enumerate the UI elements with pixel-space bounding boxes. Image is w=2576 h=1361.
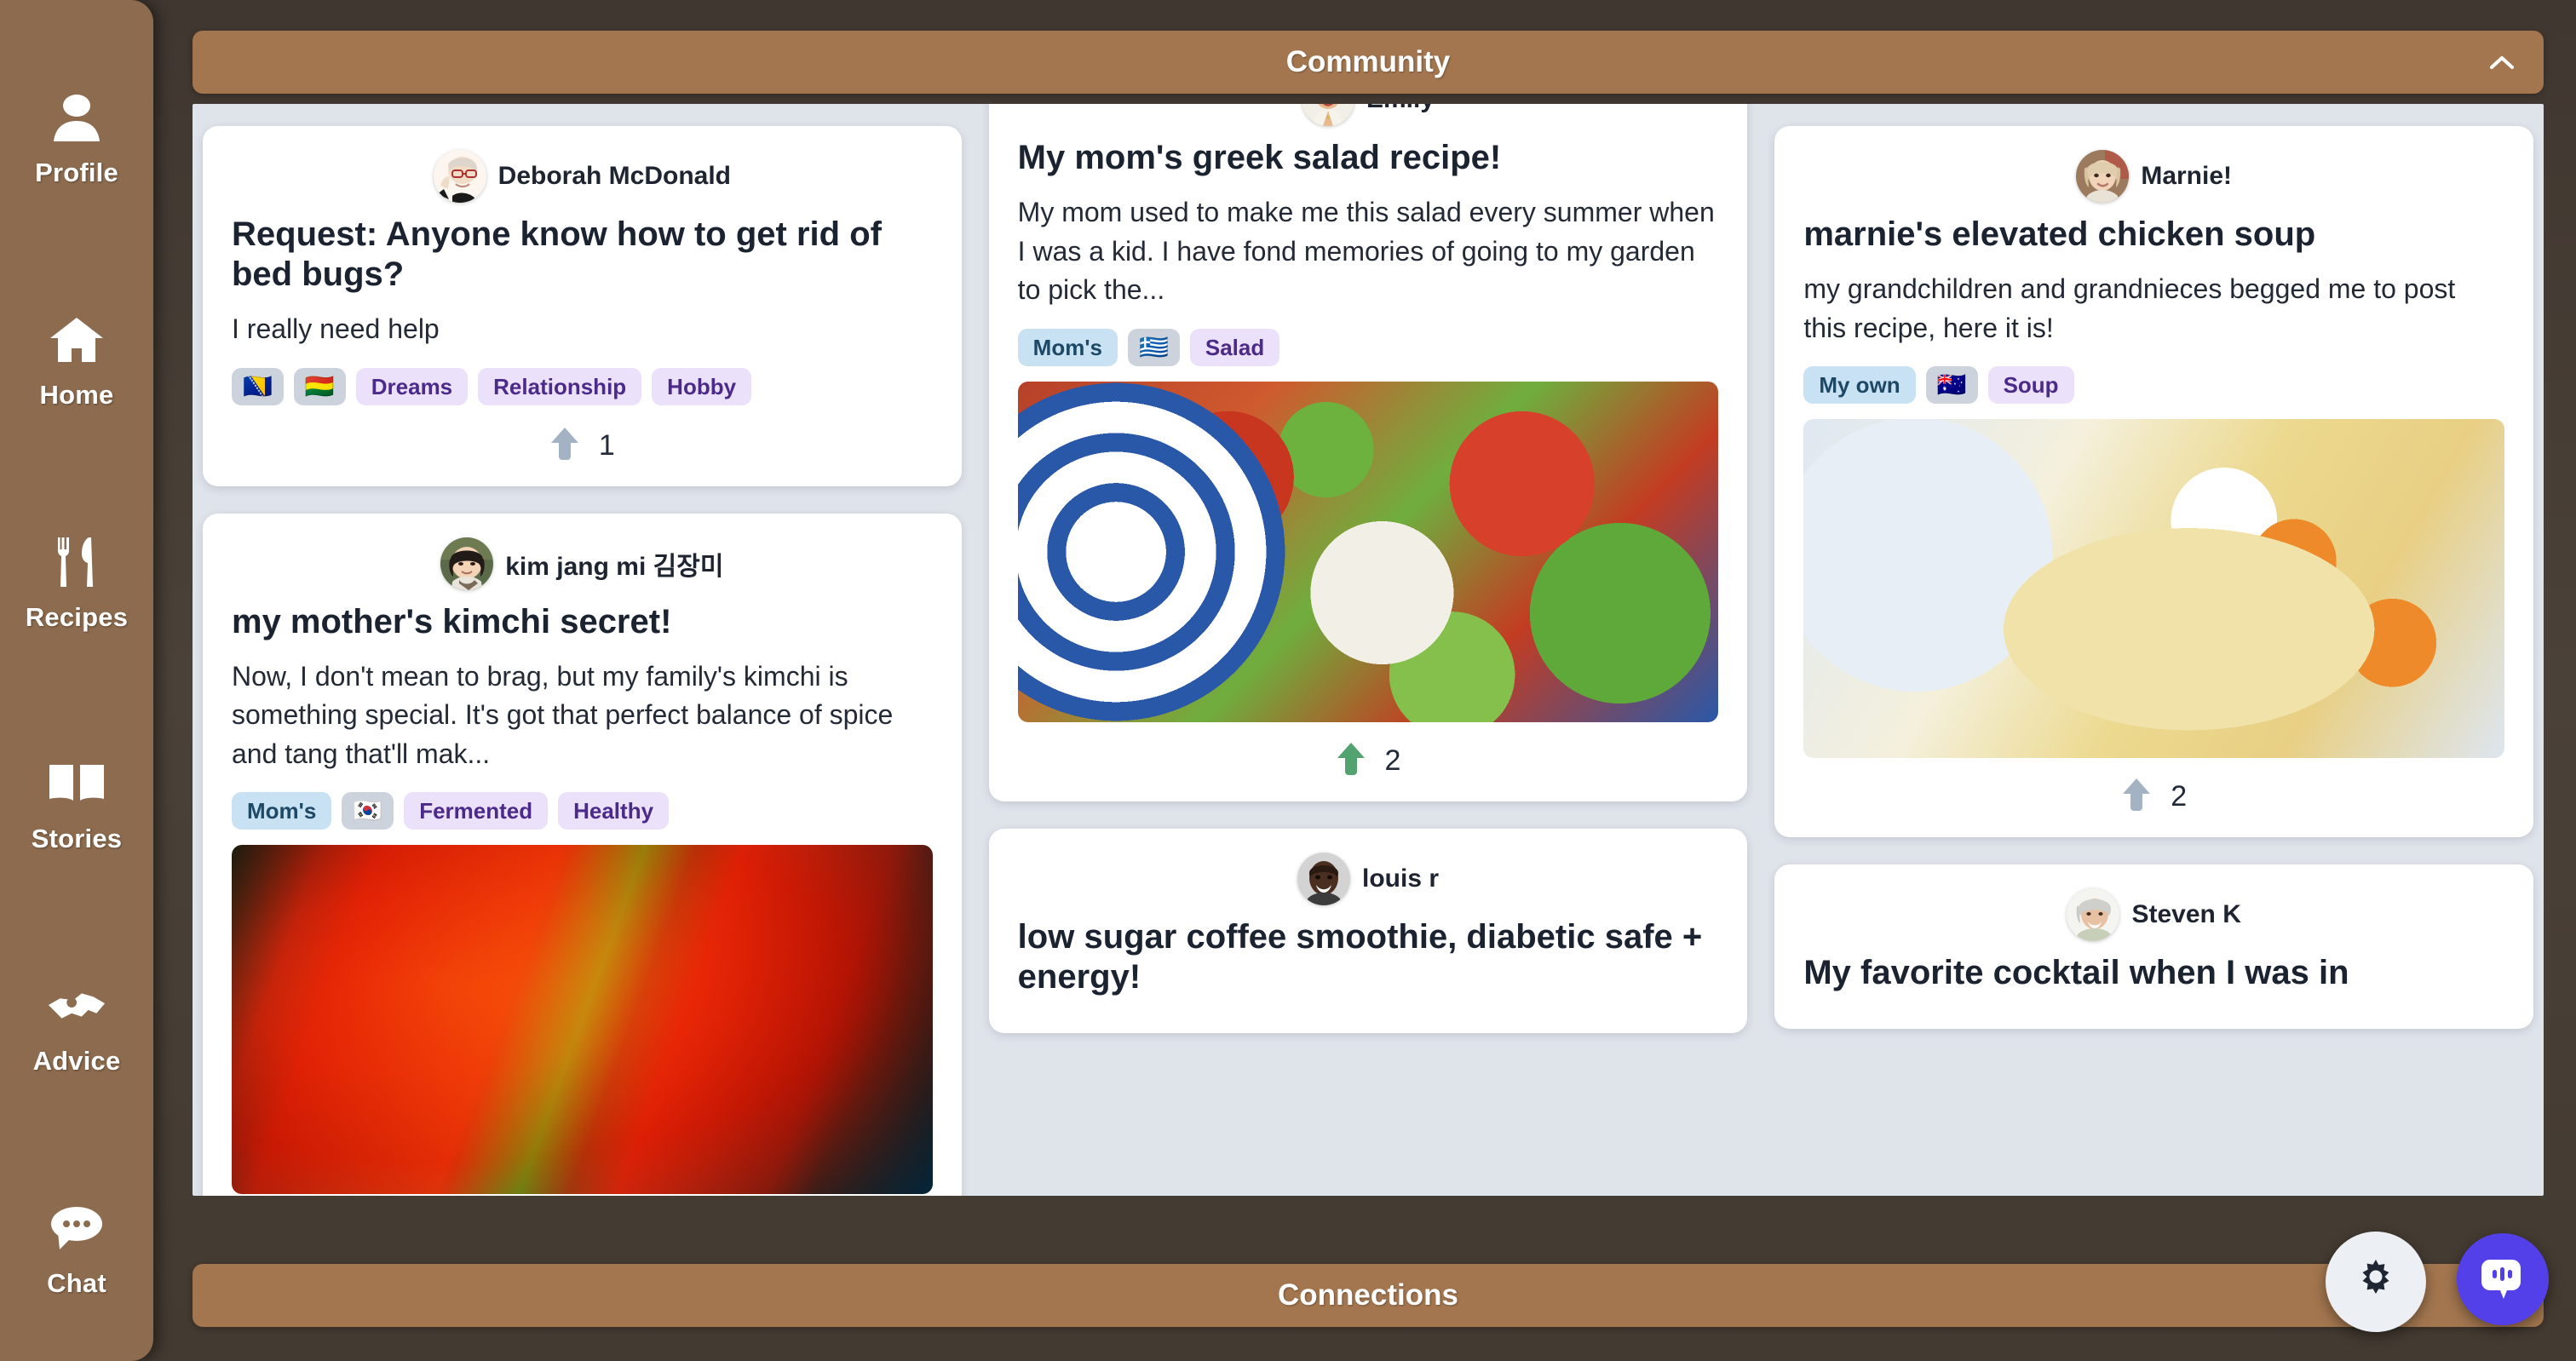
open-book-icon [47,757,106,810]
post-author-name: louis r [1362,864,1440,893]
post-title: marnie's elevated chicken soup [1803,215,2316,253]
post-title: My favorite cocktail when I was in [1803,954,2349,992]
feed-column-3: Marnie! marnie's elevated chicken soup m… [1774,104,2534,1030]
connections-title: Connections [1278,1278,1458,1312]
handshake-icon [47,979,106,1032]
chat-bubble-icon [47,1202,106,1255]
post-author-name: Deborah McDonald [497,162,732,190]
post-author-row: Deborah McDonald [232,150,933,203]
feed-column-2: Emily My mom's greek salad recipe! My mo… [988,104,1748,1033]
avatar [433,150,486,203]
upvote-arrow-icon[interactable] [1336,741,1366,781]
tag-relationship[interactable]: Relationship [478,367,642,405]
post-photo-greek-salad[interactable] [1017,381,1719,722]
avatar [1301,104,1354,126]
post-card[interactable]: Emily My mom's greek salad recipe! My mo… [988,104,1748,801]
main-content: Community Deborah McDonald Request: Anyo… [193,31,2544,1327]
tag-flag-bosnia[interactable]: 🇧🇦 [232,367,284,405]
tag-fermented[interactable]: Fermented [404,792,549,830]
post-author-row: kim jang mi 김장미 [232,537,933,590]
post-tags: 🇧🇦 🇧🇴 Dreams Relationship Hobby [232,367,933,405]
sidebar-item-profile[interactable]: Profile [0,29,153,251]
upvote-arrow-icon[interactable] [2121,777,2152,817]
tag-moms[interactable]: Mom's [1017,328,1118,366]
post-author-name: Marnie! [2141,162,2233,190]
upvote-control[interactable]: 1 [232,421,933,466]
chevron-up-icon[interactable] [2487,48,2516,77]
post-title: Request: Anyone know how to get rid of b… [232,215,882,294]
sidebar-item-label: Advice [32,1046,121,1077]
post-author-row: Steven K [1803,888,2504,942]
post-title: My mom's greek salad recipe! [1017,139,1502,176]
post-author-name: kim jang mi 김장미 [505,552,724,581]
upvote-control[interactable]: 2 [1018,736,1719,781]
tag-salad[interactable]: Salad [1189,328,1280,366]
person-icon [47,91,106,144]
post-author-name: Emily [1366,104,1435,114]
post-photo-kimchi[interactable] [232,845,933,1195]
community-feed[interactable]: Deborah McDonald Request: Anyone know ho… [193,104,2544,1196]
chat-bubble-icon [2478,1253,2527,1306]
tag-flag-australia[interactable]: 🇦🇺 [1925,366,1978,405]
upvote-count: 1 [598,428,615,462]
fork-knife-icon [47,536,106,589]
upvote-count: 2 [1384,744,1401,777]
sidebar-item-label: Home [39,380,114,410]
post-author-name: Steven K [2131,900,2241,929]
post-title: my mother's kimchi secret! [232,602,672,640]
post-author-row: louis r [1018,852,1719,905]
sidebar-item-stories[interactable]: Stories [0,695,153,917]
tag-dreams[interactable]: Dreams [355,367,469,405]
upvote-arrow-icon[interactable] [549,426,580,466]
post-body: My mom used to make me this salad every … [1017,197,1715,306]
post-tags: Mom's 🇰🇷 Fermented Healthy [232,792,933,830]
settings-button[interactable] [2326,1232,2426,1332]
sidebar-item-recipes[interactable]: Recipes [0,473,153,695]
tag-flag-south-korea[interactable]: 🇰🇷 [342,792,394,830]
avatar [2067,888,2120,942]
sidebar-item-chat[interactable]: Chat [0,1139,153,1361]
community-section-header[interactable]: Community [193,31,2544,94]
sidebar-item-label: Stories [31,824,123,854]
post-body: I really need help [232,313,440,345]
feed-columns: Deborah McDonald Request: Anyone know ho… [193,104,2544,1196]
tag-healthy[interactable]: Healthy [558,792,670,830]
sidebar-item-label: Chat [47,1267,106,1298]
post-tags: Mom's 🇬🇷 Salad [1017,328,1719,366]
upvote-control[interactable]: 2 [1803,772,2504,817]
upvote-count: 2 [2171,780,2188,813]
page-title: Community [1285,45,1451,78]
post-card[interactable]: Marnie! marnie's elevated chicken soup m… [1774,126,2534,838]
primary-sidebar: Profile Home Recipes Stories Advice Chat [0,0,153,1361]
post-author-row: Emily [1018,104,1719,126]
tag-my-own[interactable]: My own [1803,366,1916,405]
post-body: Now, I don't mean to brag, but my family… [232,661,894,769]
assistant-chat-button[interactable] [2457,1233,2549,1325]
tag-hobby[interactable]: Hobby [652,367,752,405]
avatar [2076,150,2130,203]
tag-soup[interactable]: Soup [1987,366,2074,405]
post-author-row: Marnie! [1803,150,2504,203]
post-photo-chicken-soup[interactable] [1803,419,2505,759]
tag-moms[interactable]: Mom's [232,792,332,830]
gear-icon [2352,1256,2400,1308]
sidebar-item-label: Profile [35,158,118,188]
post-card[interactable]: Deborah McDonald Request: Anyone know ho… [203,126,962,486]
post-card[interactable]: kim jang mi 김장미 my mother's kimchi secre… [203,513,962,1196]
tag-flag-greece[interactable]: 🇬🇷 [1127,328,1180,366]
avatar [440,537,494,590]
post-body: my grandchildren and grandnieces begged … [1803,273,2456,343]
sidebar-item-advice[interactable]: Advice [0,917,153,1140]
post-tags: My own 🇦🇺 Soup [1803,366,2504,405]
avatar [1297,852,1350,905]
connections-section-header[interactable]: Connections [193,1264,2544,1327]
post-title: low sugar coffee smoothie, diabetic safe… [1017,917,1703,996]
tag-flag-bolivia[interactable]: 🇧🇴 [293,367,346,405]
feed-column-1: Deborah McDonald Request: Anyone know ho… [203,104,962,1196]
post-card[interactable]: Steven K My favorite cocktail when I was… [1774,864,2534,1030]
sidebar-item-label: Recipes [25,601,129,632]
post-card[interactable]: louis r low sugar coffee smoothie, diabe… [988,828,1748,1033]
sidebar-item-home[interactable]: Home [0,251,153,474]
house-icon [47,313,106,366]
